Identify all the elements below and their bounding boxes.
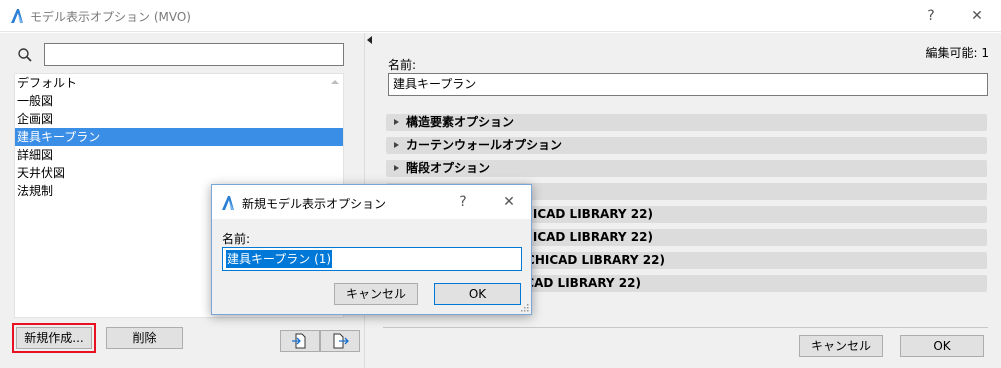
dialog-name-selected-text: 建具キープラン (1) <box>226 250 333 268</box>
section-label: 構造要素オプション <box>406 115 515 129</box>
list-item[interactable]: 天井伏図 <box>15 164 343 182</box>
dialog-help-button[interactable]: ? <box>448 190 478 214</box>
list-item[interactable]: 企画図 <box>15 110 343 128</box>
expand-arrow-icon <box>394 142 399 148</box>
close-button[interactable]: ✕ <box>962 4 992 28</box>
dialog-cancel-button[interactable]: キャンセル <box>334 283 418 305</box>
search-icon <box>18 48 32 62</box>
cancel-button[interactable]: キャンセル <box>799 335 883 357</box>
export-button[interactable] <box>320 330 360 352</box>
dialog-close-button[interactable]: ✕ <box>494 190 524 214</box>
list-item[interactable]: 一般図 <box>15 92 343 110</box>
dialog-title: 新規モデル表示オプション <box>242 197 387 211</box>
settings-section[interactable]: 構造要素オプション <box>386 114 987 131</box>
archicad-app-icon <box>11 9 23 23</box>
help-button[interactable]: ? <box>916 4 946 28</box>
window-title: モデル表示オプション (MVO) <box>30 10 191 24</box>
dialog-name-label: 名前: <box>222 232 251 246</box>
name-label: 名前: <box>388 58 417 72</box>
import-file-icon <box>292 333 306 349</box>
dialog-titlebar: 新規モデル表示オプション ? ✕ <box>212 185 531 219</box>
search-input[interactable] <box>44 43 344 66</box>
ok-button[interactable]: OK <box>900 335 984 357</box>
scroll-up-arrow-icon[interactable] <box>331 80 339 84</box>
edit-count: 編集可能: 1 <box>925 46 990 60</box>
settings-section[interactable]: 階段オプション <box>386 160 987 177</box>
expand-arrow-icon <box>394 165 399 171</box>
expand-arrow-icon <box>394 119 399 125</box>
name-field[interactable]: 建具キープラン <box>388 73 988 96</box>
import-button[interactable] <box>280 330 320 352</box>
dialog-ok-button[interactable]: OK <box>434 283 521 305</box>
list-item[interactable]: 詳細図 <box>15 146 343 164</box>
export-file-icon <box>333 333 349 349</box>
archicad-app-icon <box>222 196 234 210</box>
new-mvo-dialog: 新規モデル表示オプション ? ✕ 名前: 建具キープラン (1) キャンセル O… <box>211 184 532 315</box>
dialog-name-input[interactable]: 建具キープラン (1) <box>222 247 522 271</box>
list-item[interactable]: 建具キープラン <box>15 128 343 146</box>
section-label: 階段オプション <box>406 161 491 175</box>
settings-section[interactable]: カーテンウォールオプション <box>386 137 987 154</box>
new-button[interactable]: 新規作成... <box>16 327 92 349</box>
divider <box>383 327 988 328</box>
collapse-left-arrow-icon[interactable] <box>367 36 372 44</box>
list-item[interactable]: デフォルト <box>15 74 343 92</box>
window-titlebar: モデル表示オプション (MVO) ? ✕ <box>0 0 1001 32</box>
delete-button[interactable]: 削除 <box>106 327 183 349</box>
section-label: カーテンウォールオプション <box>406 138 563 152</box>
resize-grip-icon[interactable] <box>521 304 529 312</box>
